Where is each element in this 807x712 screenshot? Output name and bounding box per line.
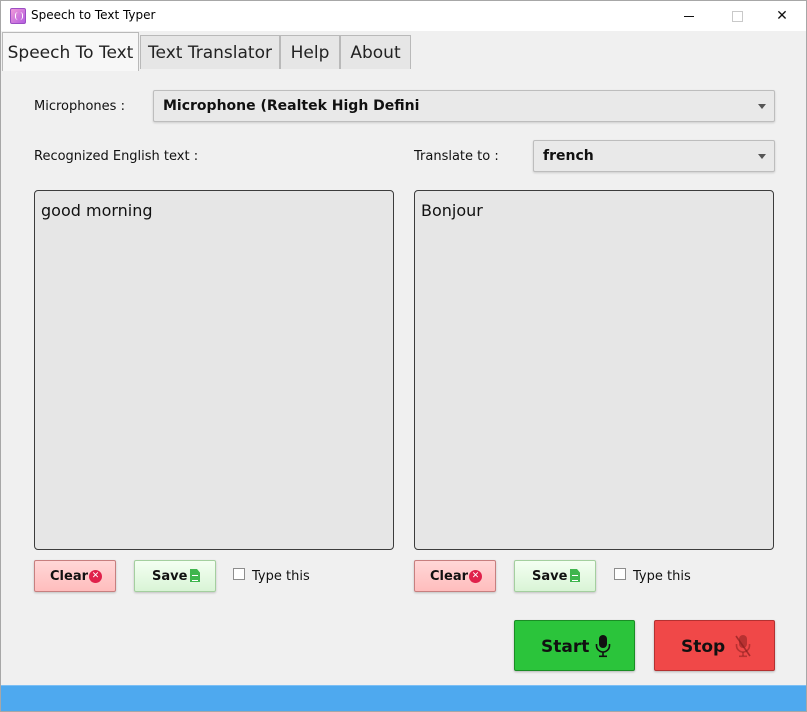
close-circle-icon: ✕ xyxy=(89,570,102,583)
close-button[interactable]: ✕ xyxy=(759,1,805,31)
right-type-this-label: Type this xyxy=(633,569,691,584)
tab-speech-to-text[interactable]: Speech To Text xyxy=(2,32,139,71)
minimize-icon xyxy=(684,16,694,17)
stop-button[interactable]: Stop xyxy=(654,620,775,671)
title-bar[interactable]: Speech to Text Typer ✕ xyxy=(1,1,806,31)
app-window: Speech to Text Typer ✕ Speech To Text Te… xyxy=(0,0,807,712)
minimize-button[interactable] xyxy=(666,1,712,31)
maximize-icon xyxy=(731,11,743,22)
tab-bar: Speech To Text Text Translator Help Abou… xyxy=(1,32,806,71)
status-bar xyxy=(1,685,806,711)
left-clear-button[interactable]: Clear ✕ xyxy=(34,560,116,592)
app-icon xyxy=(10,8,26,24)
tab-help[interactable]: Help xyxy=(280,35,340,69)
right-clear-button[interactable]: Clear ✕ xyxy=(414,560,496,592)
right-clear-label: Clear xyxy=(430,569,468,584)
close-icon: ✕ xyxy=(776,8,788,24)
microphone-muted-icon xyxy=(735,635,751,658)
right-save-button[interactable]: Save xyxy=(514,560,596,592)
language-select[interactable]: french xyxy=(533,140,775,172)
speech-to-text-panel: Microphones : Microphone (Realtek High D… xyxy=(1,70,806,683)
translated-text-area[interactable]: Bonjour xyxy=(414,190,774,550)
close-circle-icon: ✕ xyxy=(469,570,482,583)
stop-label: Stop xyxy=(681,637,726,657)
left-save-label: Save xyxy=(152,569,188,584)
recognized-text-area[interactable]: good morning xyxy=(34,190,394,550)
start-label: Start xyxy=(541,637,590,657)
language-value: french xyxy=(543,148,594,164)
document-icon xyxy=(190,569,200,582)
left-type-this-checkbox[interactable] xyxy=(233,568,245,580)
start-button[interactable]: Start xyxy=(514,620,635,671)
recognized-text-label: Recognized English text : xyxy=(34,149,199,164)
translate-to-label: Translate to : xyxy=(414,149,499,164)
document-icon xyxy=(570,569,580,582)
right-save-label: Save xyxy=(532,569,568,584)
tab-text-translator[interactable]: Text Translator xyxy=(140,35,280,69)
right-type-this-checkbox[interactable] xyxy=(614,568,626,580)
tab-about[interactable]: About xyxy=(340,35,411,69)
microphones-label: Microphones : xyxy=(34,99,125,114)
chevron-down-icon xyxy=(758,154,766,159)
left-clear-label: Clear xyxy=(50,569,88,584)
maximize-button[interactable] xyxy=(714,1,760,31)
microphone-value: Microphone (Realtek High Defini xyxy=(163,98,420,114)
chevron-down-icon xyxy=(758,104,766,109)
window-title: Speech to Text Typer xyxy=(31,8,156,22)
left-save-button[interactable]: Save xyxy=(134,560,216,592)
left-type-this-label: Type this xyxy=(252,569,310,584)
microphone-select[interactable]: Microphone (Realtek High Defini xyxy=(153,90,775,122)
microphone-icon xyxy=(595,635,611,658)
